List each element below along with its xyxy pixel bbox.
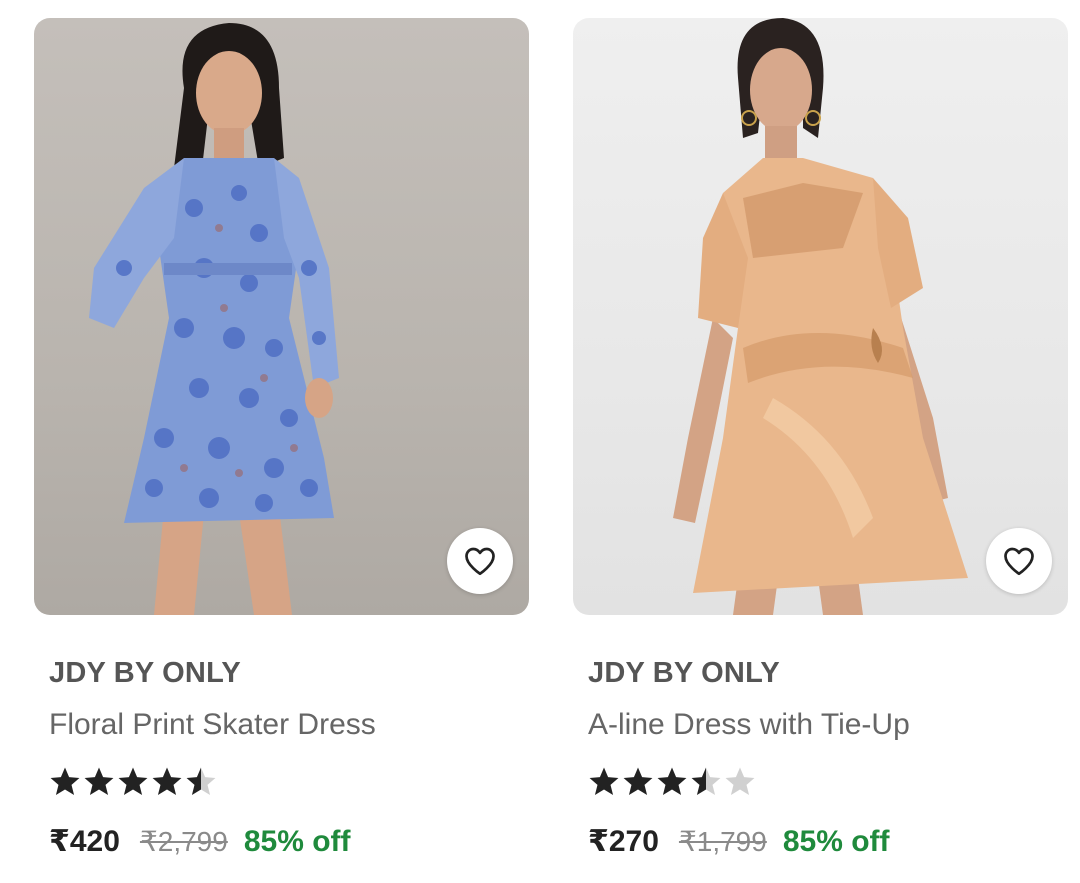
wishlist-button[interactable]	[447, 528, 513, 594]
star-filled-icon	[657, 767, 687, 796]
product-title[interactable]: Floral Print Skater Dress	[49, 708, 376, 742]
product-title[interactable]: A-line Dress with Tie-Up	[588, 708, 910, 742]
price-row: ₹270 ₹1,799 85% off	[588, 824, 890, 859]
selling-price: ₹270	[588, 825, 659, 858]
heart-outline-icon	[465, 547, 495, 576]
star-half-icon	[691, 767, 721, 796]
star-rating	[48, 764, 218, 804]
discount-label: 85% off	[243, 825, 351, 858]
product-brand: JDY BY ONLY	[588, 657, 780, 689]
star-empty-icon	[725, 767, 755, 796]
star-filled-icon	[589, 767, 619, 796]
product-brand: JDY BY ONLY	[49, 657, 241, 689]
wishlist-button[interactable]	[986, 528, 1052, 594]
selling-price: ₹420	[49, 825, 120, 858]
original-price: ₹2,799	[139, 826, 228, 857]
dress-photo-floral	[89, 23, 339, 615]
original-price: ₹1,799	[678, 826, 767, 857]
price-row: ₹420 ₹2,799 85% off	[49, 824, 351, 859]
star-rating	[587, 764, 757, 804]
star-filled-icon	[50, 767, 80, 796]
dress-photo-satin	[673, 18, 968, 615]
product-image[interactable]	[34, 18, 529, 615]
star-filled-icon	[152, 767, 182, 796]
heart-outline-icon	[1004, 547, 1034, 576]
star-filled-icon	[84, 767, 114, 796]
product-card[interactable]: JDY BY ONLY A-line Dress with Tie-Up ₹27…	[573, 18, 1068, 858]
discount-label: 85% off	[782, 825, 890, 858]
star-filled-icon	[118, 767, 148, 796]
product-image[interactable]	[573, 18, 1068, 615]
product-grid: JDY BY ONLY Floral Print Skater Dress ₹4…	[0, 0, 1080, 883]
star-half-icon	[186, 767, 216, 796]
product-card[interactable]: JDY BY ONLY Floral Print Skater Dress ₹4…	[34, 18, 529, 858]
star-filled-icon	[623, 767, 653, 796]
